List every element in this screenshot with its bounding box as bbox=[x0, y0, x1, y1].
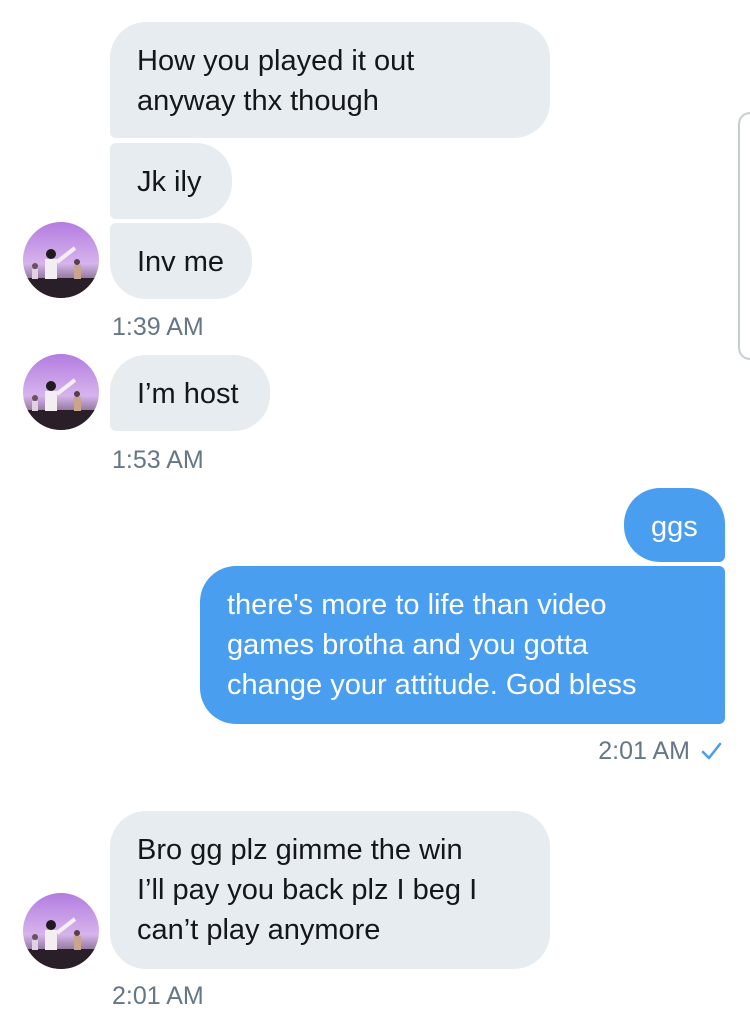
message-line: Inv me bbox=[137, 246, 225, 278]
message-line: can’t play anymore bbox=[137, 914, 381, 946]
incoming-message[interactable]: Jk ily bbox=[110, 143, 232, 219]
outgoing-message[interactable]: ggs bbox=[624, 488, 725, 562]
dm-conversation: How you played it out anyway thx though … bbox=[0, 0, 750, 1015]
avatar-photo bbox=[23, 222, 99, 298]
incoming-message[interactable]: How you played it out anyway thx though bbox=[110, 22, 550, 138]
message-line: I’ll pay you back plz I beg I bbox=[137, 874, 478, 906]
avatar-photo bbox=[23, 354, 99, 430]
incoming-message[interactable]: Inv me bbox=[110, 223, 252, 299]
avatar[interactable] bbox=[23, 222, 99, 298]
message-line: How you played it out bbox=[137, 45, 415, 77]
message-line: ggs bbox=[651, 511, 698, 543]
outgoing-message[interactable]: there's more to life than video games br… bbox=[200, 566, 725, 724]
message-line: there's more to life than video bbox=[227, 589, 607, 621]
timestamp: 2:01 AM bbox=[112, 982, 204, 1010]
message-line: change your attitude. God bless bbox=[227, 669, 637, 701]
scrollbar[interactable] bbox=[738, 112, 750, 360]
check-icon bbox=[700, 740, 722, 769]
message-line: I’m host bbox=[137, 378, 239, 410]
timestamp-text: 2:01 AM bbox=[598, 737, 690, 765]
incoming-message[interactable]: Bro gg plz gimme the win I’ll pay you ba… bbox=[110, 811, 550, 969]
message-line: Bro gg plz gimme the win bbox=[137, 834, 463, 866]
timestamp: 2:01 AM bbox=[598, 737, 722, 769]
incoming-message[interactable]: I’m host bbox=[110, 355, 270, 431]
timestamp: 1:39 AM bbox=[112, 313, 204, 341]
avatar-photo bbox=[23, 893, 99, 969]
message-line: games brotha and you gotta bbox=[227, 629, 589, 661]
avatar[interactable] bbox=[23, 893, 99, 969]
message-line: anyway thx though bbox=[137, 85, 379, 117]
message-line: Jk ily bbox=[137, 166, 202, 198]
timestamp: 1:53 AM bbox=[112, 446, 204, 474]
avatar[interactable] bbox=[23, 354, 99, 430]
